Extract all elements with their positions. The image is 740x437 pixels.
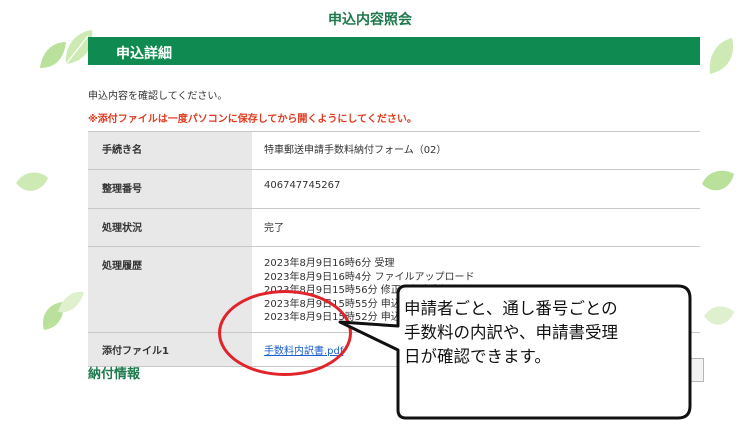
page-title: 申込内容照会 xyxy=(328,12,412,28)
reference-number-value: 406747745267 xyxy=(252,169,700,209)
history-item: 2023年8月9日16時4分 ファイルアップロード xyxy=(264,271,475,283)
table-row: 整理番号 406747745267 xyxy=(88,169,700,209)
leaf-decoration-icon xyxy=(16,172,48,191)
intro-text: 申込内容を確認してください。 xyxy=(88,91,228,102)
section-header: 申込詳細 xyxy=(88,37,700,65)
procedure-name-label: 手続き名 xyxy=(88,131,252,170)
warning-text: ※添付ファイルは一度パソコンに保存してから開くようにしてください。 xyxy=(88,114,417,125)
table-row: 処理状況 完了 xyxy=(88,208,700,247)
leaf-decoration-icon xyxy=(58,291,84,313)
table-row: 手続き名 特車郵送申請手数料納付フォーム（02） xyxy=(88,131,700,170)
callout-text: 申請者ごと、通し番号ごとの手数料の内訳や、申請書受理日が確認できます。 xyxy=(404,299,619,366)
status-value: 完了 xyxy=(252,208,700,247)
leaf-decoration-icon xyxy=(709,38,734,74)
leaf-decoration-icon xyxy=(704,306,734,325)
leaf-decoration-icon xyxy=(40,42,66,68)
section-title: 申込詳細 xyxy=(116,46,172,62)
status-label: 処理状況 xyxy=(88,208,252,247)
highlight-ellipse xyxy=(218,290,352,376)
procedure-name-value: 特車郵送申請手数料納付フォーム（02） xyxy=(252,131,700,170)
history-item: 2023年8月9日16時6分 受理 xyxy=(264,258,395,269)
leaf-decoration-icon xyxy=(702,170,734,191)
payment-info-heading: 納付情報 xyxy=(88,367,141,382)
reference-number-label: 整理番号 xyxy=(88,169,252,209)
